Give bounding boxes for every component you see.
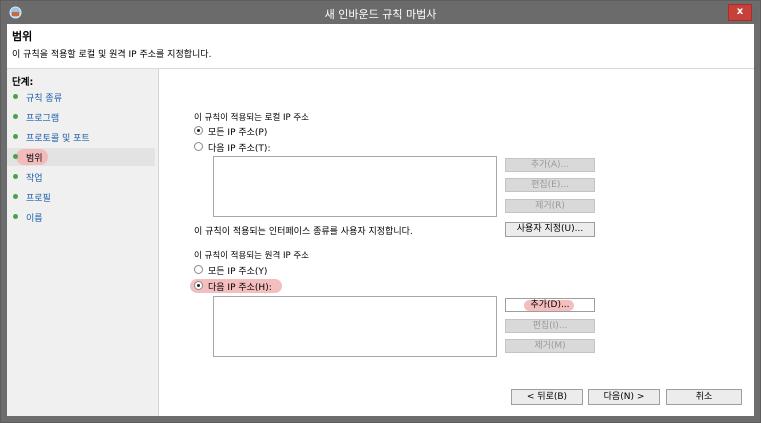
local-add-button[interactable]: 추가(A)... [505,158,595,172]
wizard-content: 범위 이 규칙을 적용할 로컬 및 원격 IP 주소를 지정합니다. 단계: 규… [7,24,754,416]
step-bullet-icon [13,134,18,139]
button-label: 추가(D)... [530,300,570,310]
radio-unchecked-icon [194,265,203,274]
step-bullet-icon [13,174,18,179]
radio-label: 모든 IP 주소(Y) [208,267,268,277]
step-bullet-icon [13,214,18,219]
step-label: 작업 [26,174,43,184]
remote-ip-section-label: 이 규칙이 적용되는 원격 IP 주소 [194,251,309,261]
steps-label: 단계: [12,77,34,88]
radio-label: 다음 IP 주소(H): [208,283,272,293]
local-edit-button[interactable]: 편집(E)... [505,178,595,192]
remote-any-ip-radio[interactable]: 모든 IP 주소(Y) [194,264,314,278]
wizard-window: 새 인바운드 규칙 마법사 x 범위 이 규칙을 적용할 로컬 및 원격 IP … [0,0,761,423]
step-label: 범위 [26,154,43,164]
scope-panel: 이 규칙이 적용되는 로컬 IP 주소 모든 IP 주소(P) 다음 IP 주소… [159,69,754,416]
step-label: 규칙 종류 [26,94,62,104]
step-bullet-icon [13,114,18,119]
radio-label: 모든 IP 주소(P) [208,128,268,138]
step-profile[interactable]: 프로필 [7,188,155,206]
page-title: 범위 [12,30,33,43]
step-label: 프로필 [26,194,51,204]
window-title: 새 인바운드 규칙 마법사 [324,8,437,21]
step-protocol-ports[interactable]: 프로토콜 및 포트 [7,128,155,146]
back-button[interactable]: < 뒤로(B) [511,389,583,405]
next-button[interactable]: 다음(N) > [588,389,660,405]
radio-label: 다음 IP 주소(T): [208,144,271,154]
step-rule-type[interactable]: 규칙 종류 [7,88,155,106]
interface-types-text: 이 규칙이 적용되는 인터페이스 종류를 사용자 지정합니다. [194,227,413,237]
wizard-header: 범위 이 규칙을 적용할 로컬 및 원격 IP 주소를 지정합니다. [7,24,754,69]
close-button[interactable]: x [728,4,752,21]
local-remove-button[interactable]: 제거(R) [505,199,595,213]
page-description: 이 규칙을 적용할 로컬 및 원격 IP 주소를 지정합니다. [12,50,212,60]
local-ip-section-label: 이 규칙이 적용되는 로컬 IP 주소 [194,113,309,123]
close-icon: x [736,6,744,17]
remote-edit-button[interactable]: 편집(I)... [505,319,595,333]
cancel-button[interactable]: 취소 [666,389,742,405]
step-action[interactable]: 작업 [7,168,155,186]
remote-remove-button[interactable]: 제거(M) [505,339,595,353]
step-label: 이름 [26,214,43,224]
local-any-ip-radio[interactable]: 모든 IP 주소(P) [194,125,314,139]
radio-unchecked-icon [194,142,203,151]
customize-interfaces-button[interactable]: 사용자 지정(U)... [505,222,595,237]
step-scope[interactable]: 범위 [7,148,155,166]
step-program[interactable]: 프로그램 [7,108,155,126]
step-bullet-icon [13,194,18,199]
title-bar: 새 인바운드 규칙 마법사 x [2,2,759,24]
local-ip-list[interactable] [213,156,497,217]
remote-these-ip-radio[interactable]: 다음 IP 주소(H): [194,280,314,294]
step-label: 프로토콜 및 포트 [26,134,90,144]
local-these-ip-radio[interactable]: 다음 IP 주소(T): [194,141,314,155]
step-name[interactable]: 이름 [7,208,155,226]
remote-add-button[interactable]: 추가(D)... [505,298,595,312]
radio-checked-icon [194,281,203,290]
remote-ip-list[interactable] [213,296,497,357]
radio-checked-icon [194,126,203,135]
step-label: 프로그램 [26,114,60,124]
step-bullet-icon [13,94,18,99]
step-bullet-icon [13,154,18,159]
steps-sidebar: 단계: 규칙 종류 프로그램 프로토콜 및 포트 범위 작업 프로필 이름 [7,69,159,416]
